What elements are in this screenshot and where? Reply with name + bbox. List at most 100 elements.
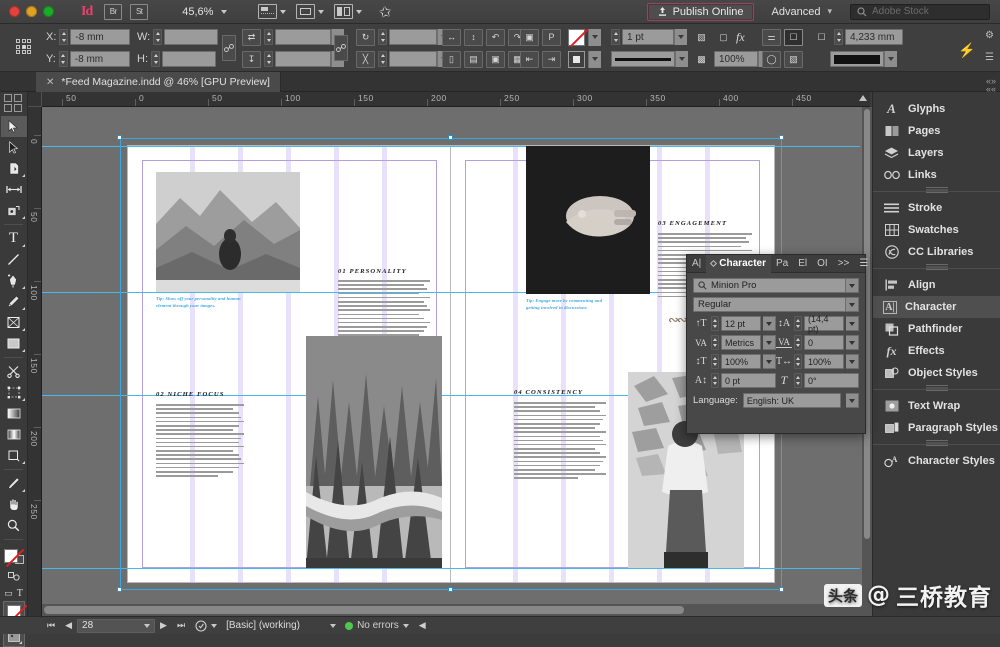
scale-y-control[interactable]: ↧ xyxy=(242,49,344,69)
rotate-input[interactable] xyxy=(389,29,437,45)
horizontal-ruler[interactable]: 50 0 50 100 150 200 250 300 350 400 450 xyxy=(42,92,870,107)
font-style-dropdown[interactable] xyxy=(846,297,859,312)
font-size-control[interactable]: ↑T 12 pt xyxy=(693,316,776,331)
dock-item-text-wrap[interactable]: Text Wrap xyxy=(873,395,1000,417)
fit-frame-to-content-button[interactable]: ◯ xyxy=(762,51,781,68)
tab-paragraph[interactable]: Pa xyxy=(771,255,793,273)
rotate-combo[interactable] xyxy=(389,29,450,45)
frame-handle-bl[interactable] xyxy=(117,587,122,592)
refpt-r[interactable] xyxy=(27,45,31,49)
refpt-b[interactable] xyxy=(22,50,26,54)
panel-menu-icon[interactable]: ☰ xyxy=(854,255,873,273)
h-input[interactable] xyxy=(162,51,216,67)
language-value[interactable]: English: UK xyxy=(743,393,841,408)
chevron-down-icon[interactable] xyxy=(318,10,324,14)
tab-object[interactable]: OI xyxy=(812,255,833,273)
stroke-weight-combo[interactable]: 1 pt xyxy=(622,29,687,45)
status-expand-button[interactable]: ◀ xyxy=(414,620,431,631)
workspace-switcher[interactable]: Advanced ▾ xyxy=(754,6,836,18)
baseline-shift-stepper[interactable] xyxy=(711,373,719,388)
dock-item-stroke[interactable]: Stroke xyxy=(873,197,1000,219)
pen-tool[interactable] xyxy=(1,270,27,291)
last-page-button[interactable]: ⏭ xyxy=(172,620,190,631)
skew-stepper[interactable] xyxy=(794,373,802,388)
leading-control[interactable]: ↕A (14,4 pt) xyxy=(776,316,859,331)
dock-item-align[interactable]: Align xyxy=(873,274,1000,296)
refpt-bl[interactable] xyxy=(16,50,20,54)
stroke-swatch-icon[interactable] xyxy=(568,51,585,68)
chevron-down-icon[interactable] xyxy=(144,624,150,628)
stroke-weight-input[interactable]: 1 pt xyxy=(622,29,674,45)
window-controls[interactable] xyxy=(0,6,63,17)
corner-style-preview[interactable] xyxy=(830,51,884,67)
ruler-origin-control[interactable] xyxy=(28,92,42,107)
scale-x-control[interactable]: ⇄ xyxy=(242,27,344,47)
x-input[interactable]: -8 mm xyxy=(70,29,130,45)
align-left-button[interactable]: ▯ xyxy=(442,51,461,68)
preflight-profile-field[interactable]: [Basic] (working) xyxy=(222,619,340,633)
select-next-button[interactable]: ⇥ xyxy=(542,51,561,68)
opacity-control[interactable]: ▩ 100% xyxy=(692,49,771,69)
tracking-dropdown[interactable] xyxy=(846,335,859,350)
stroke-style-dropdown[interactable] xyxy=(675,51,688,67)
dock-item-pathfinder[interactable]: Pathfinder xyxy=(873,318,1000,340)
stroke-control[interactable] xyxy=(568,49,688,69)
stroke-weight-stepper[interactable] xyxy=(611,29,620,45)
font-family-input[interactable]: Minion Pro xyxy=(693,278,846,293)
close-icon[interactable]: ✕ xyxy=(46,77,54,88)
corner-style-control[interactable] xyxy=(830,49,897,69)
frame-handle-tr[interactable] xyxy=(779,135,784,140)
view-options-button[interactable] xyxy=(293,3,327,20)
corner-radius-input[interactable]: 4,233 mm xyxy=(845,29,903,45)
stroke-style-preview[interactable] xyxy=(611,51,675,67)
vertical-scale-control[interactable]: ↕T 100% xyxy=(693,354,776,369)
formatting-affects-container-button[interactable] xyxy=(1,569,27,585)
dock-grip-icon[interactable] xyxy=(926,187,948,194)
chevron-down-icon[interactable] xyxy=(221,10,227,14)
h-stepper[interactable] xyxy=(151,51,160,67)
width-control[interactable]: W: xyxy=(137,27,218,47)
zoom-level-control[interactable]: 45,6% xyxy=(156,6,231,18)
stroke-dropdown[interactable] xyxy=(588,51,601,68)
fill-control[interactable]: 1 pt xyxy=(568,27,687,47)
vertical-scale-value[interactable]: 100% xyxy=(721,354,761,369)
horizontal-scale-stepper[interactable] xyxy=(794,354,802,369)
corner-radius-stepper[interactable] xyxy=(834,29,843,45)
select-previous-button[interactable]: ⇤ xyxy=(520,51,539,68)
vertical-scale-stepper[interactable] xyxy=(711,354,719,369)
dock-item-pages[interactable]: Pages xyxy=(873,120,1000,142)
y-input[interactable]: -8 mm xyxy=(70,51,130,67)
horizontal-scale-dropdown[interactable] xyxy=(846,354,859,369)
stroke-style-combo[interactable] xyxy=(611,51,688,67)
publish-online-button[interactable]: Publish Online xyxy=(647,3,754,21)
dock-grip-icon[interactable] xyxy=(926,385,948,392)
panel-overflow-button[interactable]: >> xyxy=(833,255,855,273)
frame-handle-tc[interactable] xyxy=(448,135,453,140)
page-number-field[interactable]: 28 xyxy=(77,619,155,633)
font-family-dropdown[interactable] xyxy=(846,278,859,293)
vertical-ruler[interactable]: 0 50 100 150 200 250 xyxy=(28,107,42,616)
chevron-down-icon[interactable] xyxy=(403,624,409,628)
frame-handle-br[interactable] xyxy=(779,587,784,592)
tab-character[interactable]: Character xyxy=(706,255,771,273)
adobe-stock-search[interactable]: Adobe Stock xyxy=(850,4,990,20)
line-tool[interactable] xyxy=(1,249,27,270)
gradient-feather-tool[interactable] xyxy=(1,424,27,445)
dock-item-paragraph-styles[interactable]: Paragraph Styles xyxy=(873,417,1000,439)
font-size-value[interactable]: 12 pt xyxy=(721,316,761,331)
font-size-stepper[interactable] xyxy=(711,316,719,331)
select-container-button[interactable]: ▣ xyxy=(520,29,539,46)
fill-swatch-none-icon[interactable] xyxy=(568,29,585,46)
align-right-button[interactable]: ▣ xyxy=(486,51,505,68)
chevron-down-icon[interactable] xyxy=(330,624,336,628)
content-collector-tool[interactable] xyxy=(1,200,27,221)
horizontal-scale-value[interactable]: 100% xyxy=(804,354,844,369)
direct-selection-tool[interactable] xyxy=(1,137,27,158)
baseline-shift-value[interactable]: 0 pt xyxy=(721,373,776,388)
control-panel-menu-icon[interactable]: ☰ xyxy=(985,52,994,63)
y-position-control[interactable]: Y: -8 mm xyxy=(46,49,130,69)
fit-content-proportionally-button[interactable]: ▧ xyxy=(784,51,803,68)
zoom-tool[interactable] xyxy=(1,515,27,536)
tab-elements[interactable]: El xyxy=(793,255,812,273)
page-spread[interactable]: Tip: Show off your personality and human… xyxy=(128,146,774,582)
